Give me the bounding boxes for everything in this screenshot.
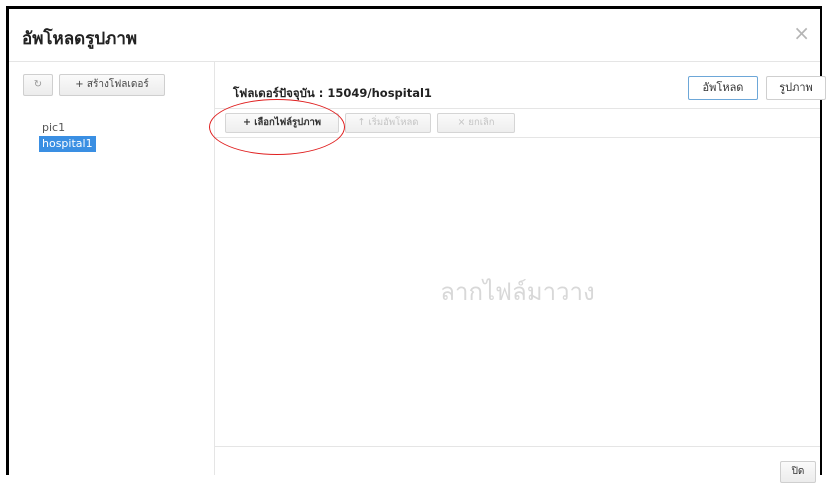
dialog-header: อัพโหลดรูปภาพ ×: [9, 9, 820, 62]
start-upload-button[interactable]: ↑ เริ่มอัพโหลด: [345, 113, 431, 133]
tab-images[interactable]: รูปภาพ: [766, 76, 826, 100]
upload-panel: โฟลเดอร์ปัจจุบัน : 15049/hospital1 อัพโห…: [215, 62, 826, 483]
drop-placeholder: ลากไฟล์มาวาง: [440, 278, 595, 306]
current-folder-label: โฟลเดอร์ปัจจุบัน : 15049/hospital1: [233, 86, 432, 100]
file-drop-zone[interactable]: ลากไฟล์มาวาง: [215, 137, 820, 452]
folder-sidebar: ↻ + สร้างโฟลเดอร์ pic1 hospital1: [9, 62, 215, 475]
close-icon[interactable]: ×: [793, 21, 810, 45]
upload-dialog: อัพโหลดรูปภาพ × ↻ + สร้างโฟลเดอร์ pic1 h…: [6, 6, 826, 483]
folder-tree: pic1 hospital1: [39, 120, 96, 152]
new-folder-button[interactable]: + สร้างโฟลเดอร์: [59, 74, 165, 96]
folder-item-hospital1[interactable]: hospital1: [39, 136, 96, 152]
dialog-title: อัพโหลดรูปภาพ: [22, 29, 138, 49]
dialog-footer: ปิด: [215, 446, 820, 483]
refresh-button[interactable]: ↻: [23, 74, 53, 96]
tab-upload[interactable]: อัพโหลด: [688, 76, 758, 100]
cancel-upload-button[interactable]: × ยกเลิก: [437, 113, 515, 133]
select-files-button[interactable]: + เลือกไฟล์รูปภาพ: [225, 113, 339, 133]
folder-item-pic1[interactable]: pic1: [39, 121, 68, 134]
refresh-icon: ↻: [33, 79, 43, 90]
close-button[interactable]: ปิด: [780, 461, 816, 483]
upload-toolbar: + เลือกไฟล์รูปภาพ ↑ เริ่มอัพโหลด × ยกเลิ…: [215, 108, 820, 138]
